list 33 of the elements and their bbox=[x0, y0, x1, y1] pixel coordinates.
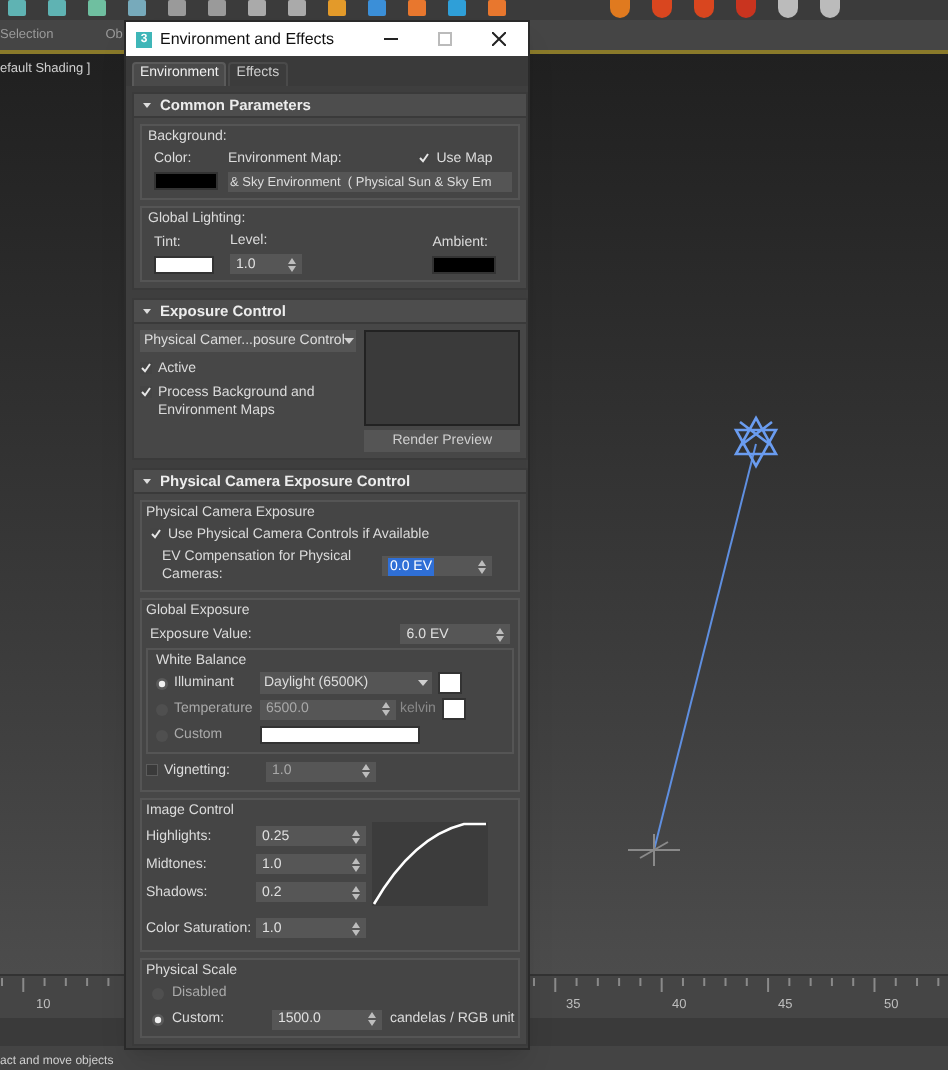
color-swatch[interactable] bbox=[154, 172, 218, 190]
toolbar-icon[interactable] bbox=[778, 0, 798, 18]
color-swatch[interactable] bbox=[260, 726, 420, 744]
spinner-arrows-icon[interactable] bbox=[352, 829, 360, 843]
checkbox[interactable] bbox=[146, 764, 158, 776]
toolbar-icon[interactable] bbox=[820, 0, 840, 18]
spinner-arrows-icon[interactable] bbox=[368, 1012, 376, 1026]
toolbar-icon[interactable] bbox=[652, 0, 672, 18]
close-icon[interactable] bbox=[492, 32, 506, 46]
radio-button[interactable] bbox=[152, 1013, 164, 1025]
minimize-icon[interactable] bbox=[384, 32, 398, 46]
color-swatch[interactable] bbox=[438, 672, 462, 694]
spinner-arrows-icon[interactable] bbox=[362, 764, 370, 778]
collapse-arrow-icon[interactable] bbox=[142, 306, 152, 316]
spinner-arrows-icon[interactable] bbox=[478, 559, 486, 573]
spinner-arrows-icon[interactable] bbox=[352, 857, 360, 871]
spinner-arrows-icon[interactable] bbox=[288, 257, 296, 271]
collapse-arrow-icon[interactable] bbox=[142, 476, 152, 486]
spinner-arrows-icon[interactable] bbox=[352, 921, 360, 935]
spinner-arrows-icon[interactable] bbox=[352, 885, 360, 899]
caret-icon[interactable] bbox=[418, 680, 428, 686]
toolbar-icon[interactable] bbox=[694, 0, 714, 18]
radio-button[interactable] bbox=[156, 677, 168, 689]
window-title: Environment and Effects bbox=[160, 27, 337, 51]
collapse-arrow-icon[interactable] bbox=[142, 100, 152, 110]
curve-graph bbox=[372, 822, 488, 906]
color-swatch[interactable] bbox=[441, 698, 466, 720]
color-swatch[interactable] bbox=[432, 256, 497, 274]
caret-icon[interactable] bbox=[344, 338, 355, 344]
spinner-arrows-icon[interactable] bbox=[496, 627, 505, 641]
color-swatch[interactable] bbox=[154, 256, 214, 274]
toolbar-icon[interactable] bbox=[610, 0, 630, 18]
spinner-arrows-icon[interactable] bbox=[382, 702, 390, 716]
